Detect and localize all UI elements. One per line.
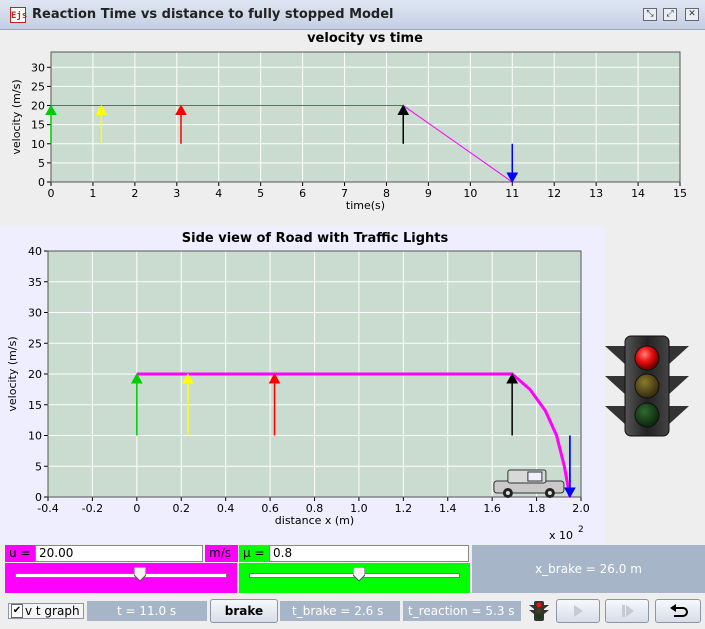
y-tick-label: 15 [31,119,45,132]
x-tick-label: 2 [131,187,138,200]
time-display: t = 11.0 s [87,601,207,621]
x-tick-label: 0 [48,187,55,200]
y-tick-label: 30 [28,307,42,320]
play-icon [574,605,583,617]
traffic-light [605,335,689,437]
y-tick-label: 5 [35,460,42,473]
y-axis-label: velocity (m/s) [10,79,23,154]
x-axis-label: time(s) [346,199,385,212]
x-tick-label: 6 [299,187,306,200]
x-brake-text: x_brake = 26.0 m [535,562,642,576]
red-light-icon [634,345,660,371]
x-tick-label: 0.4 [217,502,235,515]
y-tick-label: 20 [28,368,42,381]
window-title: Reaction Time vs distance to fully stopp… [32,7,394,22]
traffic-light-panel [605,226,705,544]
t-brake-display: t_brake = 2.6 s [280,601,400,621]
minimize-icon[interactable]: ⤡ [643,8,657,21]
y-tick-label: 20 [31,100,45,113]
step-icon [622,605,634,617]
x-tick-label: 1.6 [483,502,501,515]
traffic-light-icon[interactable] [527,599,551,623]
x-tick-label: 1.8 [528,502,546,515]
u-input[interactable]: 20.00 [35,545,203,562]
x-scale-exponent: 2 [578,525,584,535]
mu-label: μ = [239,545,269,562]
y-tick-label: 0 [38,176,45,189]
road-plot-panel: Side view of Road with Traffic Lights -0… [0,226,605,544]
x-tick-label: 15 [673,187,687,200]
vt-plot-panel: velocity vs time 0 1 2 3 4 5 6 7 8 9 10 11 12 13 14 15 0… [0,30,705,226]
mu-slider[interactable] [239,563,470,593]
y-tick-label: 10 [31,138,45,151]
brake-button[interactable]: brake [210,599,278,623]
road-chart: -0.4 -0.2 0 0.2 0.4 0.6 0.8 1.0 1.2 1.4 1.6 1.8 2.00… [6,245,590,542]
x-tick-label: 4 [215,187,222,200]
x-tick-label: 11 [505,187,519,200]
y-tick-label: 40 [28,245,42,258]
y-tick-label: 25 [28,337,42,350]
y-tick-label: 0 [35,491,42,504]
reset-button[interactable] [655,599,701,623]
x-brake-display: x_brake = 26.0 m [472,545,705,593]
x-tick-label: 13 [589,187,603,200]
reset-icon [670,604,688,617]
maximize-icon[interactable]: ⤢ [663,8,677,21]
x-tick-label: 1 [89,187,96,200]
y-tick-label: 30 [31,61,45,74]
x-tick-label: 0.2 [173,502,191,515]
x-tick-label: 10 [463,187,477,200]
x-tick-label: 3 [173,187,180,200]
x-tick-label: 9 [425,187,432,200]
u-slider[interactable] [5,563,237,593]
checkbox-check-icon[interactable]: ✔ [11,604,23,618]
x-tick-label: 2.0 [572,502,590,515]
vt-chart: 0 1 2 3 4 5 6 7 8 9 10 11 12 13 14 15051015202530time(s… [10,51,687,212]
x-tick-label: 1.2 [395,502,413,515]
u-slider-track [15,573,227,578]
close-icon[interactable]: ✕ [685,8,699,21]
y-axis-label: velocity (m/s) [6,336,19,411]
x-tick-label: 12 [547,187,561,200]
x-tick-label: 5 [257,187,264,200]
ejs-app-icon: Ejs [10,7,27,23]
yellow-light-icon [634,373,660,399]
y-tick-label: 5 [38,157,45,170]
step-button[interactable] [605,599,649,623]
play-button[interactable] [556,599,600,623]
y-tick-label: 15 [28,399,42,412]
green-light-icon [634,402,660,428]
vt-graph-checkbox[interactable]: ✔ v t graph [8,603,84,619]
u-label: u = [5,545,35,562]
x-axis-label: distance x (m) [275,514,354,527]
vt-graph-label: v t graph [25,604,80,618]
y-tick-label: 10 [28,430,42,443]
x-tick-label: 14 [631,187,645,200]
u-unit-label: m/s [205,545,238,562]
y-tick-label: 35 [28,276,42,289]
x-tick-label: -0.2 [82,502,103,515]
y-tick-label: 25 [31,80,45,93]
x-scale-label: x 10 [549,529,573,542]
u-slider-thumb[interactable] [134,567,147,581]
x-tick-label: 0 [133,502,140,515]
x-tick-label: 1.4 [439,502,457,515]
mu-input[interactable]: 0.8 [269,545,469,562]
window-titlebar: Ejs Reaction Time vs distance to fully s… [0,0,705,30]
mu-slider-thumb[interactable] [352,567,365,581]
t-reaction-display: t_reaction = 5.3 s [403,601,521,621]
